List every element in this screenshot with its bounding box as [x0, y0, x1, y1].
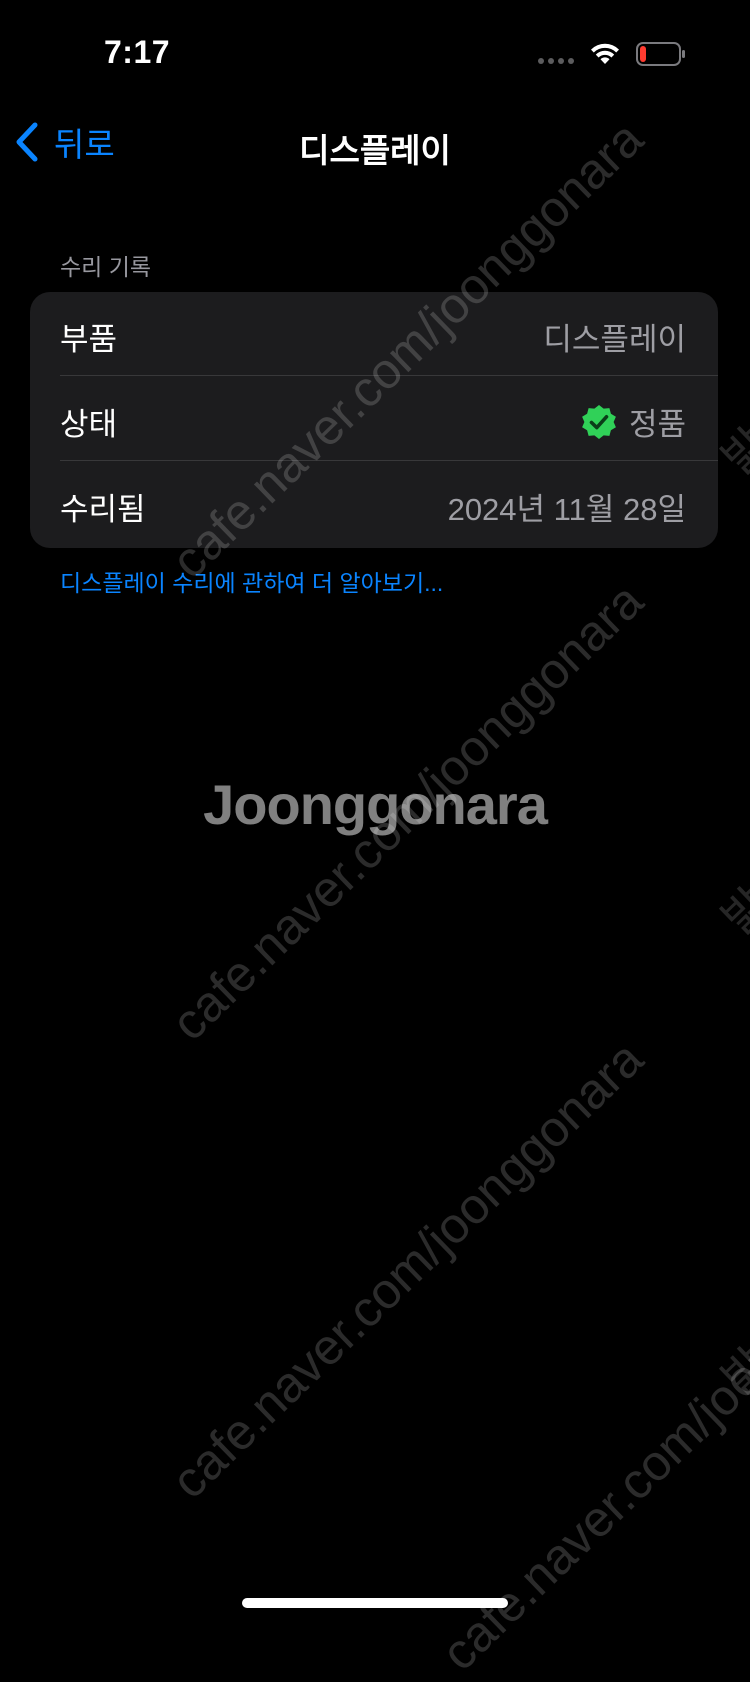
row-value-part: 디스플레이: [543, 314, 686, 359]
row-divider: [60, 460, 718, 461]
watermark-url: cafe.naver.com/joonggonara: [430, 1202, 750, 1682]
status-time: 7:17: [104, 34, 171, 70]
row-value-status: 정품: [581, 399, 686, 444]
navigation-bar: 뒤로 디스플레이: [0, 110, 750, 174]
watermark-logo: Joonggonara: [203, 773, 548, 836]
row-value-part-text: 디스플레이: [543, 322, 686, 357]
row-label-part: 부품: [60, 322, 118, 357]
cellular-signal-icon: [538, 58, 576, 66]
verified-check-icon: [582, 404, 616, 439]
row-part: 부품 디스플레이: [30, 292, 718, 376]
row-value-repaired-date-text: 2024년 11월 28일: [447, 492, 686, 527]
watermark-overlay: cafe.naver.com/joonggonara cafe.naver.co…: [0, 0, 750, 1681]
row-label-status: 상태: [60, 407, 118, 442]
row-status: 상태 정품: [30, 377, 718, 461]
watermark-url: cafe.naver.com/joonggonara: [160, 572, 654, 1052]
page-title: 디스플레이: [299, 132, 451, 169]
section-header-repair-history: 수리 기록: [60, 254, 152, 280]
repair-history-group: 부품 디스플레이 상태 정품 수리됨 2024년 11월 28일: [30, 292, 718, 548]
row-value-repaired-date: 2024년 11월 28일: [448, 484, 686, 529]
battery-icon: [636, 42, 685, 66]
watermark-side-text: 밝은: [711, 1308, 750, 1405]
row-divider: [60, 375, 718, 376]
watermark-url: cafe.naver.com/joonggonara: [160, 1030, 654, 1510]
row-label-repaired: 수리됨: [60, 492, 146, 527]
row-value-status-text: 정품: [628, 407, 686, 442]
watermark-side-text: 밝은: [711, 848, 750, 945]
status-bar: 7:17: [0, 0, 750, 100]
wifi-icon: [591, 43, 619, 64]
learn-more-link[interactable]: 디스플레이 수리에 관하여 더 알아보기...: [60, 564, 443, 598]
home-indicator[interactable]: [242, 1598, 508, 1608]
row-repaired-date: 수리됨 2024년 11월 28일: [30, 462, 718, 546]
